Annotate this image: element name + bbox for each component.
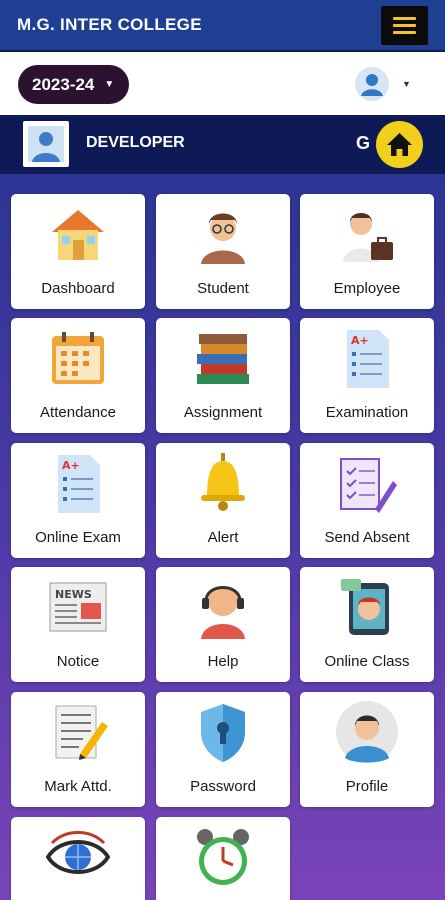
tile-send-absent[interactable]: Send Absent [300, 443, 434, 558]
tile-assignment[interactable]: Assignment [156, 318, 290, 433]
newspaper-icon: NEWS [49, 582, 107, 632]
calendar-icon [52, 332, 104, 384]
tile-profile[interactable]: Profile [300, 692, 434, 807]
tile-examination[interactable]: A+ Examination [300, 318, 434, 433]
session-year-dropdown[interactable]: 2023-24 ▼ [18, 65, 129, 104]
app-title: M.G. INTER COLLEGE [17, 15, 202, 34]
tile-mark-attd[interactable]: Mark Attd. [11, 692, 145, 807]
user-bar: DEVELOPER G [0, 115, 445, 174]
svg-text:NEWS: NEWS [55, 588, 92, 601]
hamburger-icon [393, 17, 416, 20]
tile-online-class[interactable]: Online Class [300, 567, 434, 682]
tile-label: Employee [333, 280, 401, 297]
account-menu-button[interactable]: ▼ [355, 67, 415, 101]
user-name: DEVELOPER [86, 134, 185, 151]
books-icon [197, 334, 249, 384]
tile-label: Send Absent [324, 529, 410, 546]
exam-sheet-icon: A+ [347, 330, 389, 388]
video-class-icon [341, 579, 389, 635]
tile-label: Profile [345, 778, 389, 795]
tile-label: Online Class [324, 653, 410, 670]
svg-text:A+: A+ [351, 334, 369, 347]
tile-label: Attendance [40, 404, 116, 421]
user-avatar-icon [28, 126, 64, 162]
tile-label: Online Exam [35, 529, 121, 546]
tile-student[interactable]: Student [156, 194, 290, 309]
tile-label: Notice [56, 653, 100, 670]
user-initial: G [356, 133, 371, 153]
tile-help[interactable]: Help [156, 567, 290, 682]
tile-label: Alert [207, 529, 239, 546]
svg-text:A+: A+ [62, 459, 80, 472]
tile-label: Examination [325, 404, 409, 421]
employee-icon [343, 213, 393, 262]
support-agent-icon [201, 586, 245, 639]
tile-label: Assignment [183, 404, 263, 421]
caret-down-icon: ▼ [402, 79, 411, 89]
hamburger-menu-button[interactable] [381, 6, 428, 45]
toolbar: 2023-24 ▼ ▼ [0, 52, 445, 115]
user-photo [23, 121, 69, 167]
tile-alert[interactable]: Alert [156, 443, 290, 558]
student-icon [201, 213, 245, 264]
tile-employee[interactable]: Employee [300, 194, 434, 309]
tile-dashboard[interactable]: Dashboard [11, 194, 145, 309]
tile-eye-globe[interactable] [11, 817, 145, 900]
notepad-pencil-icon [55, 705, 108, 760]
shield-lock-icon [201, 704, 245, 762]
tile-notice[interactable]: NEWS Notice [11, 567, 145, 682]
tile-alarm-clock[interactable] [156, 817, 290, 900]
user-avatar-icon [355, 67, 389, 101]
tile-password[interactable]: Password [156, 692, 290, 807]
tile-online-exam[interactable]: A+ Online Exam [11, 443, 145, 558]
tile-label: Help [207, 653, 239, 670]
tile-label: Password [190, 778, 256, 795]
eye-globe-icon [46, 831, 110, 874]
profile-avatar-icon [336, 701, 398, 763]
checklist-icon [340, 458, 397, 513]
menu-grid: Dashboard Student Employee Attendance As… [0, 174, 445, 900]
tile-attendance[interactable]: Attendance [11, 318, 145, 433]
house-icon [52, 210, 104, 260]
app-bar: M.G. INTER COLLEGE [0, 0, 445, 52]
tile-label: Student [197, 280, 249, 297]
session-year-value: 2023-24 [32, 74, 95, 94]
home-icon [387, 133, 412, 156]
tile-label: Dashboard [41, 280, 115, 297]
tile-label: Mark Attd. [44, 778, 112, 795]
online-exam-icon: A+ [58, 455, 100, 513]
bell-icon [201, 453, 245, 511]
alarm-clock-icon [197, 829, 249, 885]
caret-down-icon: ▼ [104, 79, 115, 90]
home-button[interactable] [376, 121, 423, 168]
